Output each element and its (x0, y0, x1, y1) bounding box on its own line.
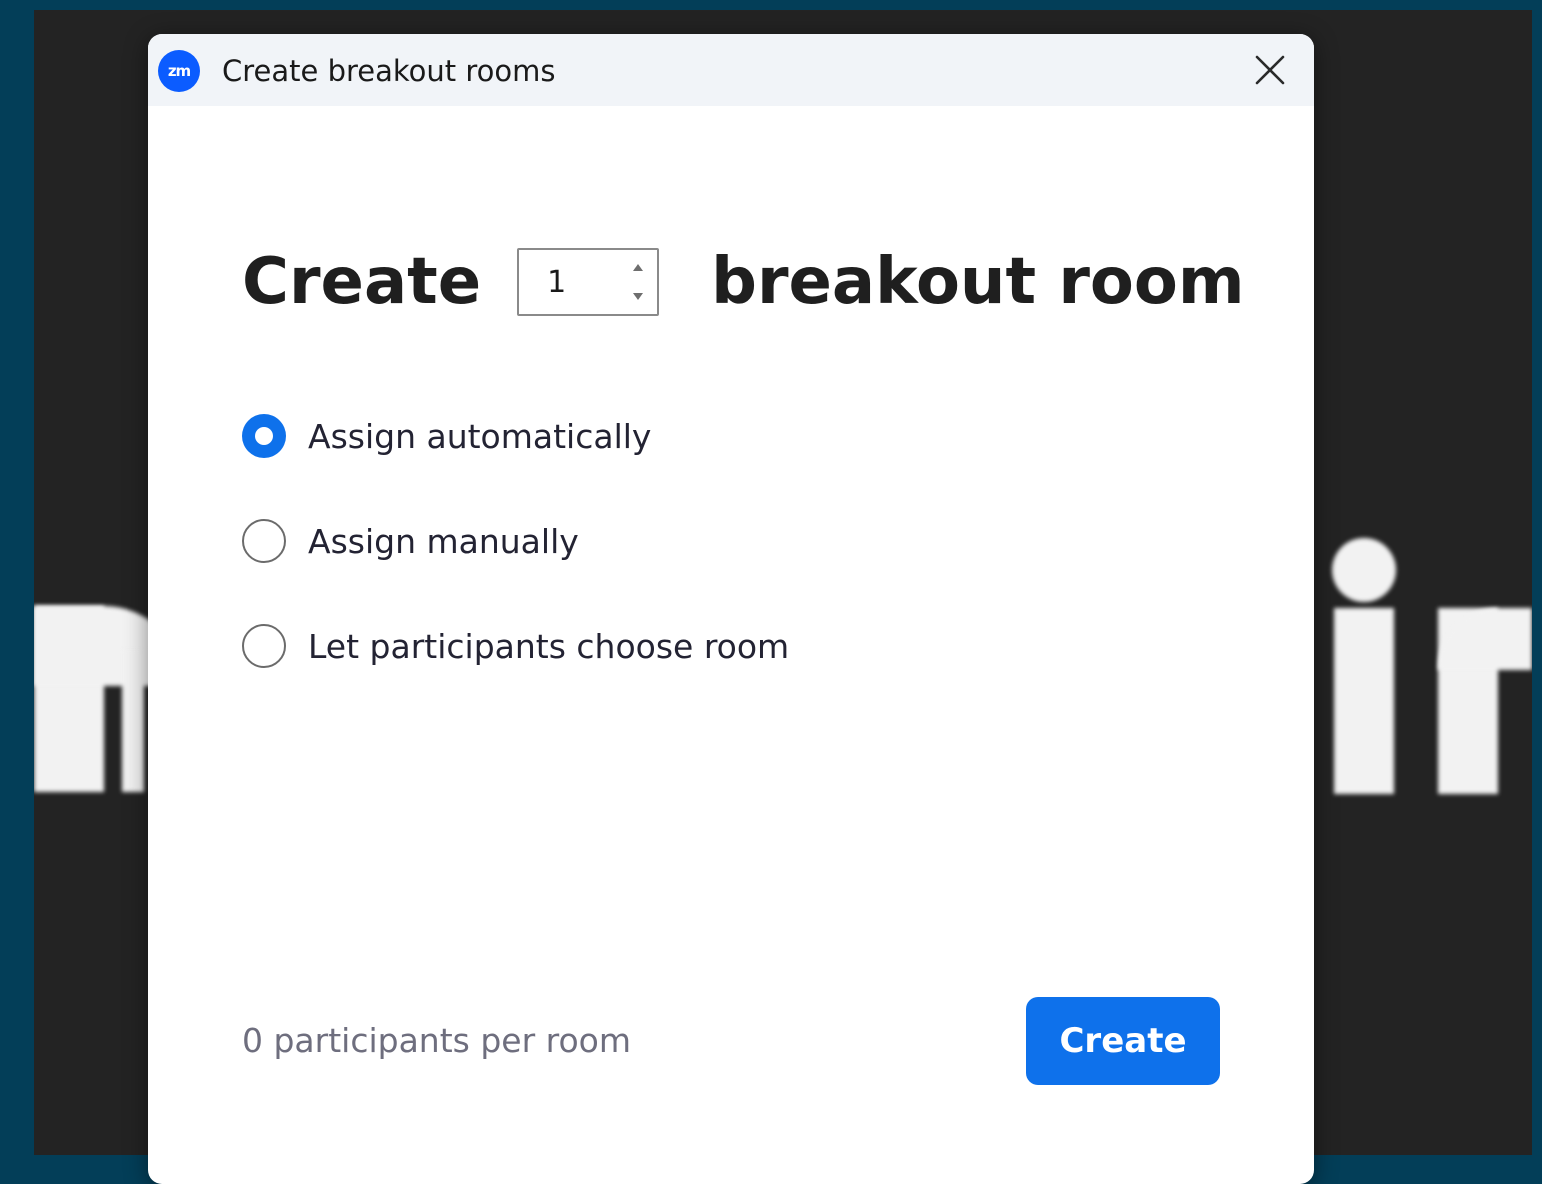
assignment-options: Assign automatically Assign manually Let… (242, 410, 789, 725)
headline-prefix: Create (242, 245, 482, 319)
room-count-stepper[interactable]: 1 (517, 248, 660, 316)
close-button[interactable] (1250, 50, 1290, 90)
option-assign-automatically[interactable]: Assign automatically (242, 410, 789, 462)
option-let-participants-choose[interactable]: Let participants choose room (242, 620, 789, 672)
background-letter-shape (1334, 608, 1394, 794)
dialog-titlebar: zm Create breakout rooms (148, 34, 1314, 106)
radio-checked-icon[interactable] (242, 414, 286, 458)
background-letter-shape (1332, 538, 1396, 602)
option-label: Assign manually (308, 521, 579, 561)
radio-unchecked-icon[interactable] (242, 519, 286, 563)
stepper-arrows (629, 258, 647, 306)
dialog-title: Create breakout rooms (222, 54, 556, 88)
create-button[interactable]: Create (1026, 997, 1220, 1085)
chevron-up-icon[interactable] (633, 264, 644, 271)
chevron-down-icon[interactable] (633, 293, 644, 300)
zoom-logo-icon: zm (158, 50, 200, 92)
background-letter-shape (122, 650, 144, 792)
option-assign-manually[interactable]: Assign manually (242, 515, 789, 567)
option-label: Let participants choose room (308, 626, 790, 666)
participants-per-room-text: 0 participants per room (242, 1021, 632, 1060)
room-count-value[interactable]: 1 (519, 265, 566, 300)
headline-suffix: breakout room (711, 245, 1245, 319)
create-breakout-rooms-dialog: zm Create breakout rooms Create 1 breako… (148, 34, 1314, 1184)
close-icon (1255, 55, 1285, 85)
room-count-headline: Create 1 breakout room (242, 242, 1245, 322)
option-label: Assign automatically (308, 416, 652, 456)
radio-unchecked-icon[interactable] (242, 624, 286, 668)
